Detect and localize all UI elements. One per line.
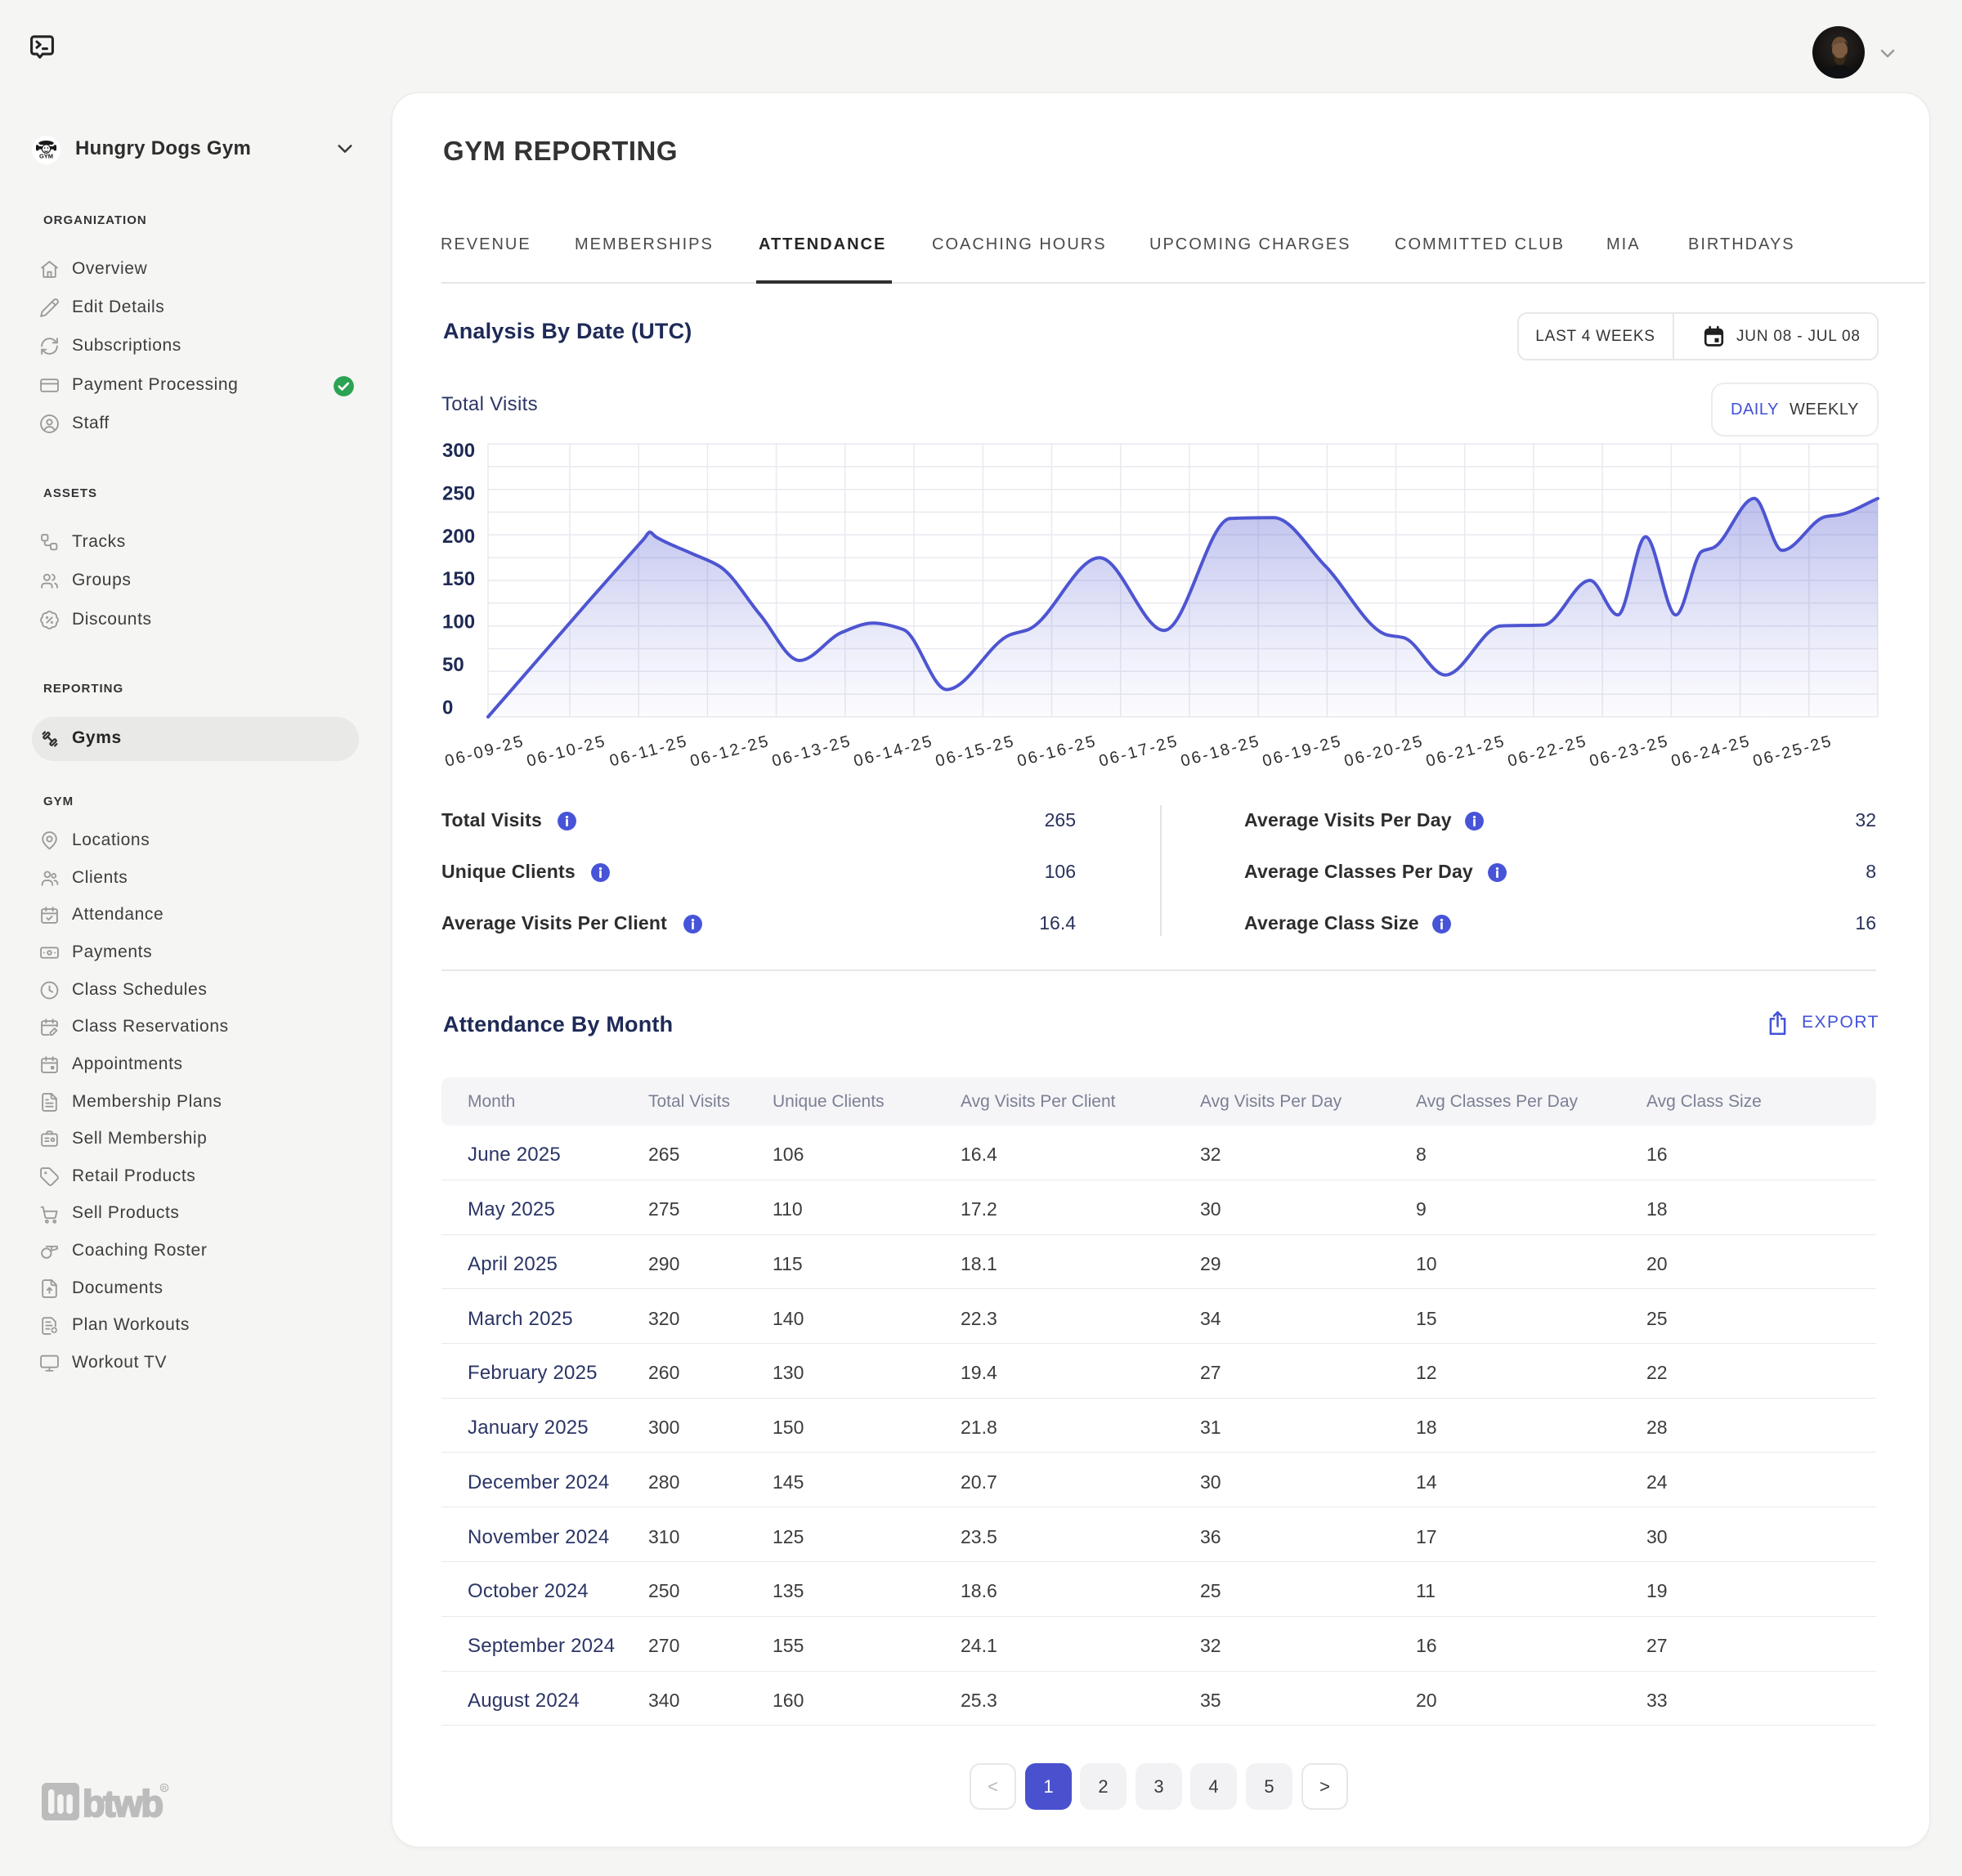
svg-text:06-09-25: 06-09-25 <box>443 732 526 771</box>
svg-text:300: 300 <box>442 440 475 462</box>
svg-text:06-11-25: 06-11-25 <box>607 732 690 771</box>
svg-text:100: 100 <box>442 611 475 634</box>
svg-text:06-12-25: 06-12-25 <box>688 732 772 771</box>
svg-text:06-14-25: 06-14-25 <box>852 732 935 771</box>
svg-text:06-15-25: 06-15-25 <box>934 732 1017 771</box>
svg-text:06-18-25: 06-18-25 <box>1179 732 1262 771</box>
svg-text:150: 150 <box>442 568 475 590</box>
svg-text:0: 0 <box>442 697 453 719</box>
svg-text:200: 200 <box>442 526 475 548</box>
svg-text:06-23-25: 06-23-25 <box>1588 732 1671 771</box>
svg-text:06-16-25: 06-16-25 <box>1015 732 1099 771</box>
svg-text:06-21-25: 06-21-25 <box>1424 732 1507 771</box>
svg-text:R: R <box>162 1784 167 1792</box>
svg-text:06-25-25: 06-25-25 <box>1751 732 1834 771</box>
svg-text:06-19-25: 06-19-25 <box>1261 732 1344 771</box>
svg-text:50: 50 <box>442 654 464 676</box>
svg-text:06-10-25: 06-10-25 <box>525 732 608 771</box>
svg-text:250: 250 <box>442 482 475 504</box>
svg-text:06-20-25: 06-20-25 <box>1342 732 1426 771</box>
svg-text:06-13-25: 06-13-25 <box>770 732 853 771</box>
svg-text:06-17-25: 06-17-25 <box>1097 732 1180 771</box>
svg-text:06-24-25: 06-24-25 <box>1669 732 1753 771</box>
svg-text:06-22-25: 06-22-25 <box>1506 732 1589 771</box>
svg-text:btwb: btwb <box>83 1783 162 1823</box>
